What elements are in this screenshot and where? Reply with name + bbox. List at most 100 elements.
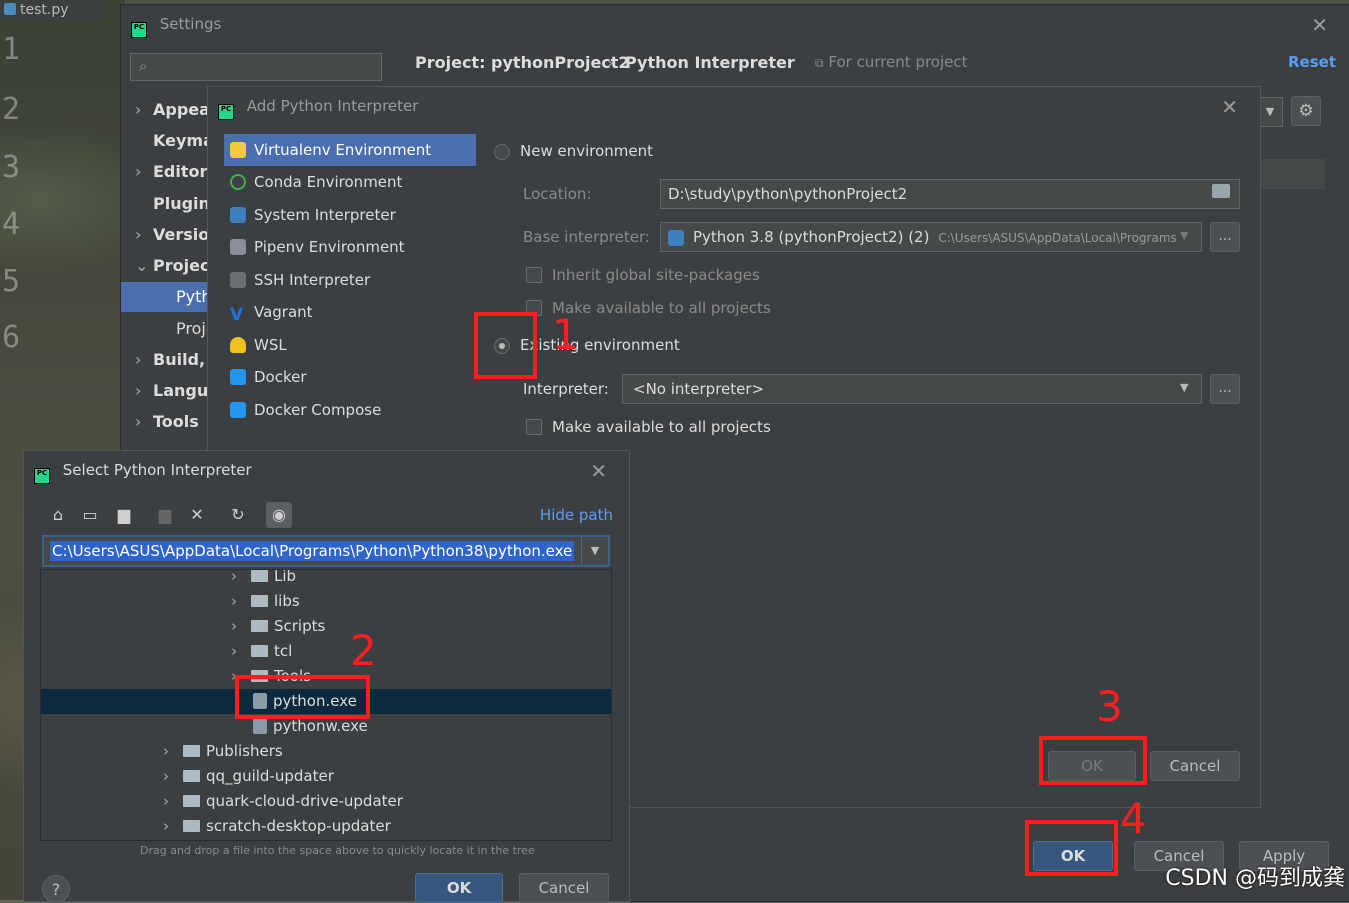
select-dialog-close-icon[interactable]: ✕ (590, 459, 607, 483)
settings-search-input[interactable]: ⌕ (130, 53, 382, 81)
chevron-down-icon: ⌄ (135, 256, 149, 275)
select-dialog-ok-button[interactable]: OK (415, 873, 503, 903)
hide-path-link[interactable]: Hide path (540, 506, 613, 524)
show-hidden-icon[interactable]: ◉ (266, 502, 292, 528)
line-number: 3 (2, 150, 21, 185)
tree-row-tcl[interactable]: › tcl (41, 639, 611, 664)
folder-icon (251, 570, 268, 582)
package-table-header (1259, 159, 1325, 189)
settings-title: Settings (159, 15, 222, 33)
folder-icon (251, 595, 268, 607)
env-vagrant[interactable]: V Vagrant (224, 296, 476, 328)
delete-icon[interactable]: ✕ (187, 505, 207, 525)
package-table (1259, 189, 1326, 805)
watermark: CSDN @码到成龚 (1165, 866, 1345, 891)
select-dialog-title: Select Python Interpreter (62, 461, 252, 479)
make-available-label-existing: Make available to all projects (552, 418, 771, 436)
env-system[interactable]: System Interpreter (224, 199, 476, 231)
desktop-icon[interactable]: ▭ (80, 505, 100, 525)
folder-icon (251, 645, 268, 657)
tree-row-qq-guild-updater[interactable]: › qq_guild-updater (41, 764, 611, 789)
make-available-label-new: Make available to all projects (552, 299, 771, 317)
editor-tab[interactable]: test.py (0, 0, 102, 20)
location-label: Location: (523, 185, 592, 203)
new-env-label: New environment (520, 142, 654, 160)
chevron-right-icon: › (135, 350, 142, 369)
folder-icon (183, 795, 200, 807)
folder-icon (183, 745, 200, 757)
chevron-right-icon: › (135, 225, 142, 244)
settings-close-icon[interactable]: ✕ (1311, 13, 1328, 37)
pycharm-logo-icon: PC (131, 22, 147, 38)
tree-row-scripts[interactable]: › Scripts (41, 614, 611, 639)
inherit-checkbox[interactable] (526, 267, 542, 283)
add-dialog-cancel-button[interactable]: Cancel (1150, 751, 1240, 781)
folder-icon[interactable] (1212, 184, 1230, 198)
interpreter-browse-button[interactable]: ... (1210, 374, 1240, 404)
drag-drop-hint: Drag and drop a file into the space abov… (140, 844, 535, 857)
add-dialog-title: Add Python Interpreter (246, 97, 419, 115)
new-folder-icon[interactable]: ▆ (155, 505, 175, 525)
tree-row-quark-updater[interactable]: › quark-cloud-drive-updater (41, 789, 611, 814)
reset-link[interactable]: Reset (1288, 53, 1336, 71)
search-icon: ⌕ (139, 57, 148, 75)
annotation-number-2: 2 (350, 626, 377, 675)
vagrant-icon: V (230, 305, 244, 325)
tree-item-appearance[interactable]: › Appear (135, 100, 218, 119)
chevron-down-icon: ▼ (1180, 381, 1189, 394)
tree-item-tools[interactable]: › Tools (135, 412, 199, 431)
chevron-right-icon: › (135, 162, 142, 181)
help-button[interactable]: ? (42, 875, 70, 903)
tree-item-project[interactable]: ⌄ Project (135, 256, 217, 275)
base-browse-button[interactable]: ... (1210, 222, 1240, 252)
linux-icon (230, 337, 246, 353)
tree-item-editor[interactable]: › Editor (135, 162, 207, 181)
tree-row-publishers[interactable]: › Publishers (41, 739, 611, 764)
path-input[interactable]: C:\Users\ASUS\AppData\Local\Programs\Pyt… (42, 535, 610, 567)
chevron-down-icon[interactable]: ▼ (581, 537, 608, 565)
python-file-icon (253, 718, 267, 734)
scope-label: ⧉ For current project (815, 53, 968, 71)
select-dialog-title-bar: PC Select Python Interpreter (34, 461, 252, 484)
python-icon (230, 207, 246, 223)
base-interpreter-label: Base interpreter: (523, 228, 650, 246)
pycharm-logo-icon: PC (34, 468, 50, 484)
annotation-number-3: 3 (1096, 682, 1123, 731)
python-file-icon (4, 3, 16, 15)
env-virtualenv[interactable]: Virtualenv Environment (224, 134, 476, 166)
annotation-box-4 (1025, 820, 1118, 876)
home-icon[interactable]: ⌂ (48, 505, 68, 525)
tree-item-keymap[interactable]: Keyma (153, 131, 214, 150)
base-interpreter-select[interactable]: Python 3.8 (pythonProject2) (2) C:\Users… (660, 222, 1202, 252)
env-wsl[interactable]: WSL (224, 329, 476, 361)
folder-icon (251, 620, 268, 632)
tree-row-scratch-updater[interactable]: › scratch-desktop-updater (41, 814, 611, 839)
tree-row-lib[interactable]: › Lib (41, 570, 611, 589)
path-input-text: C:\Users\ASUS\AppData\Local\Programs\Pyt… (50, 541, 575, 561)
make-available-checkbox-existing[interactable] (526, 419, 542, 435)
interpreter-select[interactable]: <No interpreter> (622, 374, 1202, 404)
add-dialog-close-icon[interactable]: ✕ (1221, 95, 1238, 119)
location-field[interactable]: D:\study\python\pythonProject2 (660, 179, 1240, 209)
env-ssh[interactable]: SSH Interpreter (224, 264, 476, 296)
annotation-box-1 (474, 312, 537, 379)
env-conda[interactable]: Conda Environment (224, 166, 476, 198)
env-docker-compose[interactable]: Docker Compose (224, 394, 476, 426)
pipenv-icon (230, 239, 246, 255)
refresh-icon[interactable]: ↻ (228, 505, 248, 525)
annotation-box-3 (1039, 736, 1147, 785)
folder-icon (183, 820, 200, 832)
chevron-right-icon: › (135, 381, 142, 400)
line-number: 5 (2, 264, 21, 299)
breadcrumb-project[interactable]: Project: pythonProject2 (415, 53, 630, 72)
tree-row-libs[interactable]: › libs (41, 589, 611, 614)
env-docker[interactable]: Docker (224, 361, 476, 393)
new-env-radio[interactable] (494, 144, 510, 160)
env-pipenv[interactable]: Pipenv Environment (224, 231, 476, 263)
docker-compose-icon (230, 402, 246, 418)
select-dialog-cancel-button[interactable]: Cancel (519, 873, 609, 903)
gear-icon[interactable]: ⚙ (1291, 96, 1321, 126)
chevron-right-icon: › (135, 100, 142, 119)
annotation-number-1: 1 (552, 310, 579, 359)
project-folder-icon[interactable]: ▆ (114, 505, 134, 525)
